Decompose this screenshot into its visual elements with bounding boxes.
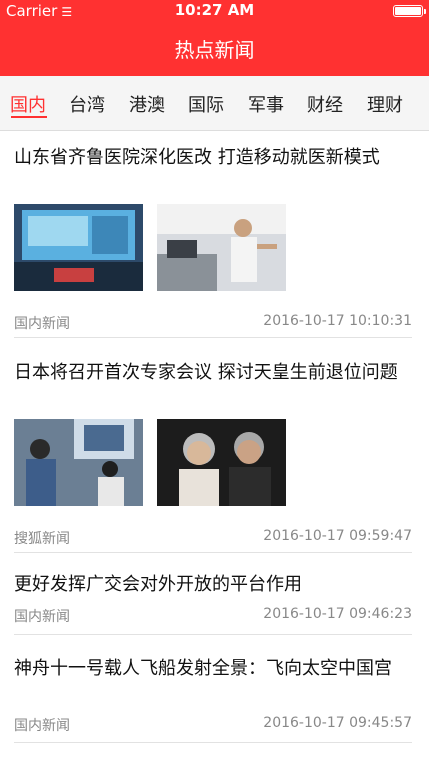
divider xyxy=(14,634,412,635)
page-title: 热点新闻 xyxy=(174,38,255,62)
news-source: 国内新闻 xyxy=(14,316,70,332)
status-time: 10:27 AM xyxy=(174,1,255,19)
divider xyxy=(14,742,412,743)
divider xyxy=(14,337,412,338)
news-title[interactable]: 神舟十一号载人飞船发射全景：飞向太空中国宫 xyxy=(14,656,412,682)
news-image xyxy=(14,419,143,506)
nav-header: Carrier ☰ 10:27 AM 热点新闻 xyxy=(0,0,429,76)
news-image xyxy=(157,419,286,506)
news-source: 国内新闻 xyxy=(14,609,70,625)
news-title[interactable]: 日本将召开首次专家会议 探讨天皇生前退位问题 xyxy=(14,360,412,386)
tab-guoji[interactable]: 国际 xyxy=(188,91,224,117)
news-item[interactable]: 日本将召开首次专家会议 探讨天皇生前退位问题 搜狐新闻 2016-10-17 0… xyxy=(14,360,412,550)
tab-caijing[interactable]: 财经 xyxy=(307,91,343,117)
tab-guonei[interactable]: 国内 xyxy=(10,91,46,117)
news-item[interactable]: 更好发挥广交会对外开放的平台作用 国内新闻 2016-10-17 09:46:2… xyxy=(14,572,412,632)
news-image xyxy=(157,204,286,291)
news-title[interactable]: 更好发挥广交会对外开放的平台作用 xyxy=(14,572,412,598)
news-time: 2016-10-17 09:59:47 xyxy=(263,528,412,544)
news-source: 国内新闻 xyxy=(14,718,70,734)
news-item[interactable]: 山东省齐鲁医院深化医改 打造移动就医新模式 国内新闻 2016-10-17 10… xyxy=(14,145,412,335)
news-image xyxy=(14,204,143,291)
news-source: 搜狐新闻 xyxy=(14,531,70,547)
status-bar: Carrier ☰ 10:27 AM xyxy=(0,0,429,22)
battery-icon xyxy=(393,5,426,17)
tab-licai[interactable]: 理财 xyxy=(367,91,403,117)
news-title[interactable]: 山东省齐鲁医院深化医改 打造移动就医新模式 xyxy=(14,145,412,171)
tab-gangao[interactable]: 港澳 xyxy=(129,91,165,117)
news-time: 2016-10-17 10:10:31 xyxy=(263,313,412,329)
tab-junshi[interactable]: 军事 xyxy=(248,91,284,117)
divider xyxy=(14,552,412,553)
news-time: 2016-10-17 09:46:23 xyxy=(263,606,412,622)
news-item[interactable]: 神舟十一号载人飞船发射全景：飞向太空中国宫 国内新闻 2016-10-17 09… xyxy=(14,656,412,741)
tab-taiwan[interactable]: 台湾 xyxy=(69,91,105,117)
category-tabs: 国内 台湾 港澳 国际 军事 财经 理财 xyxy=(0,76,429,131)
news-time: 2016-10-17 09:45:57 xyxy=(263,715,412,731)
active-tab-indicator xyxy=(11,116,47,118)
